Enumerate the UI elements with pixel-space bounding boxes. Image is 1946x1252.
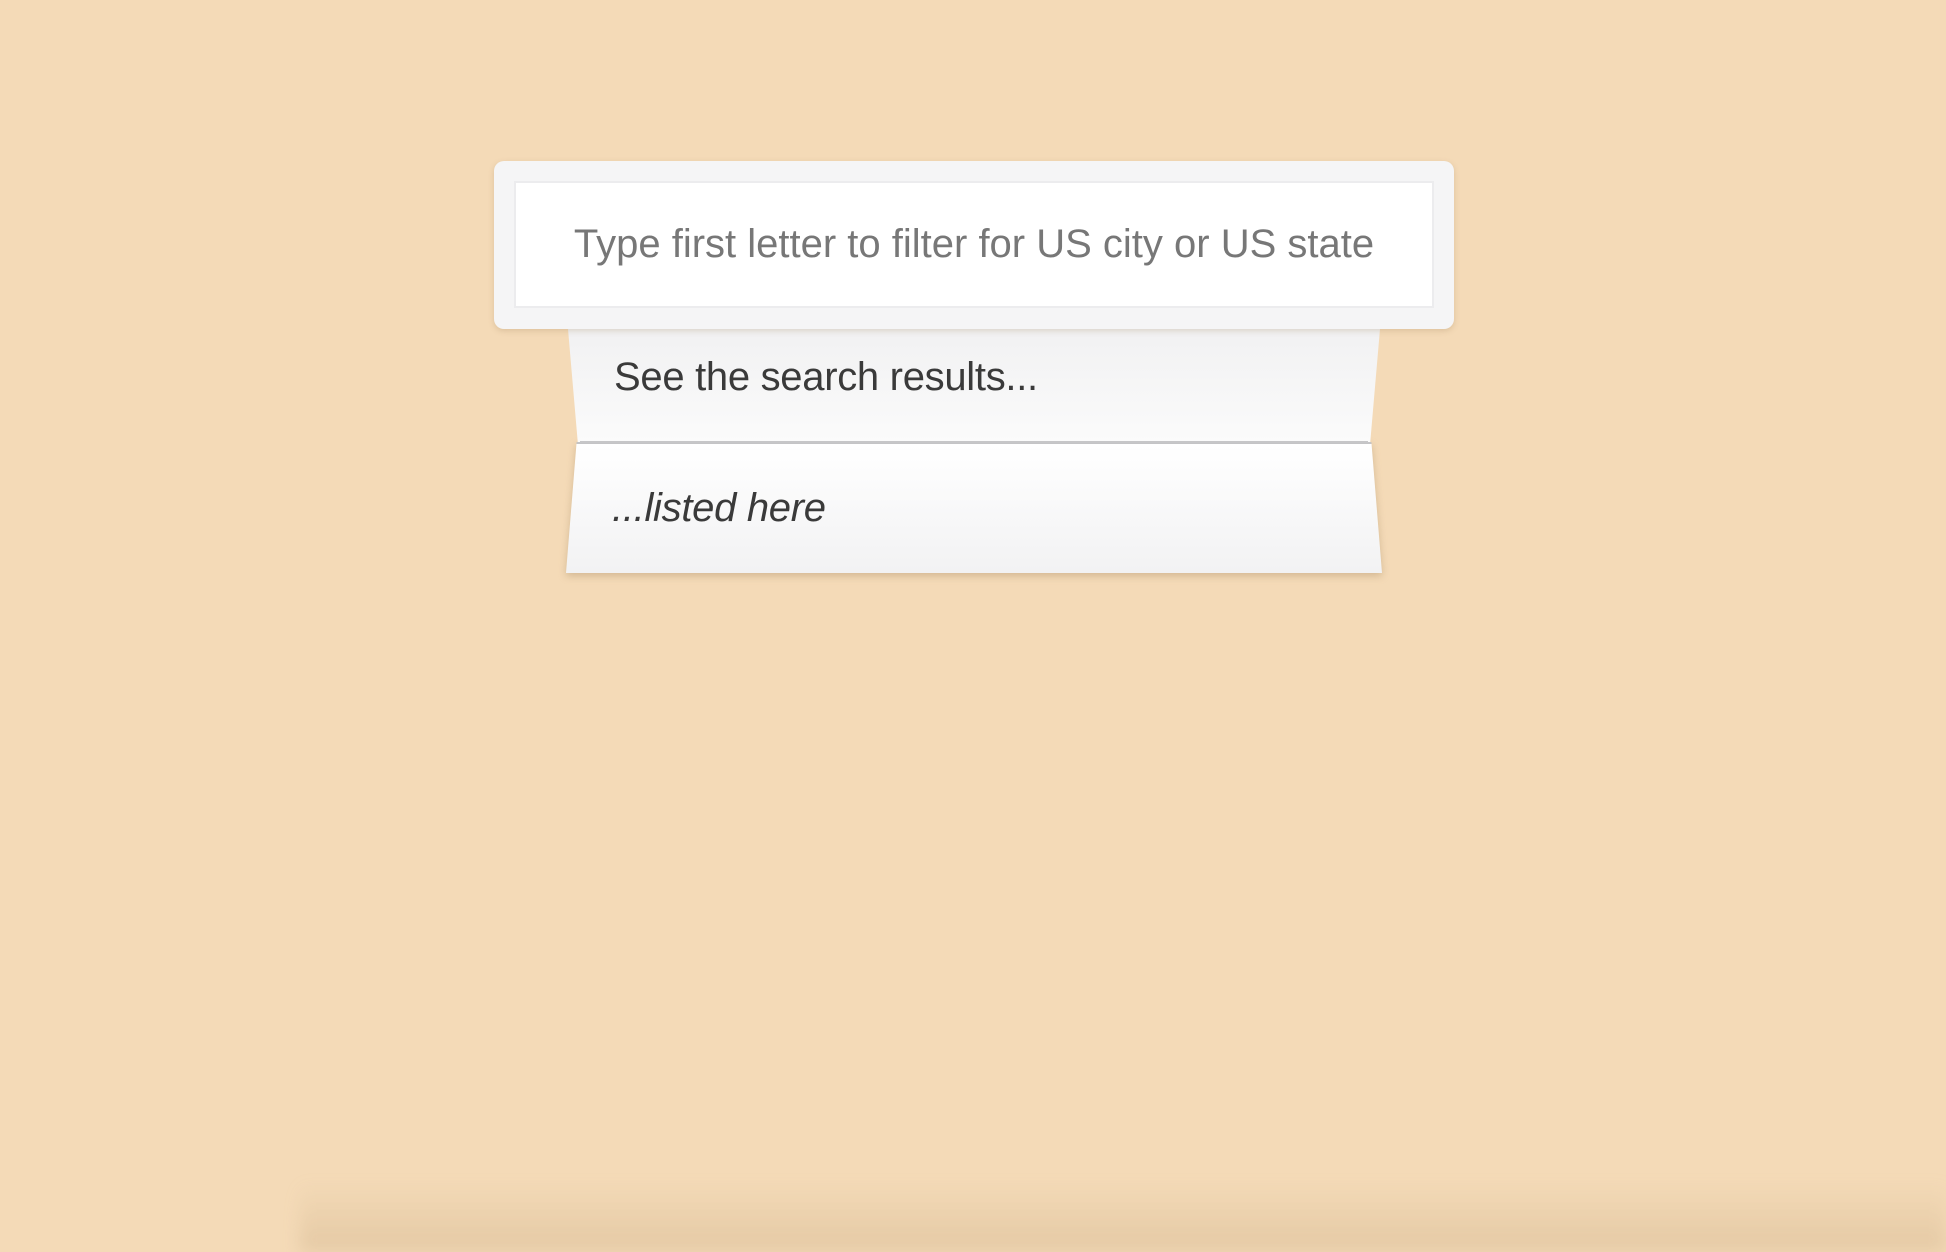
result-item-label: ...listed here bbox=[612, 486, 826, 530]
result-item[interactable]: ...listed here bbox=[566, 442, 1382, 573]
result-divider bbox=[580, 441, 1368, 443]
result-item[interactable]: See the search results... bbox=[568, 329, 1380, 442]
search-panel bbox=[494, 161, 1454, 329]
result-item-label: See the search results... bbox=[614, 355, 1038, 399]
page: See the search results... ...listed here bbox=[0, 0, 1946, 1252]
search-input[interactable] bbox=[514, 181, 1434, 308]
bottom-shadow bbox=[300, 1182, 1946, 1252]
